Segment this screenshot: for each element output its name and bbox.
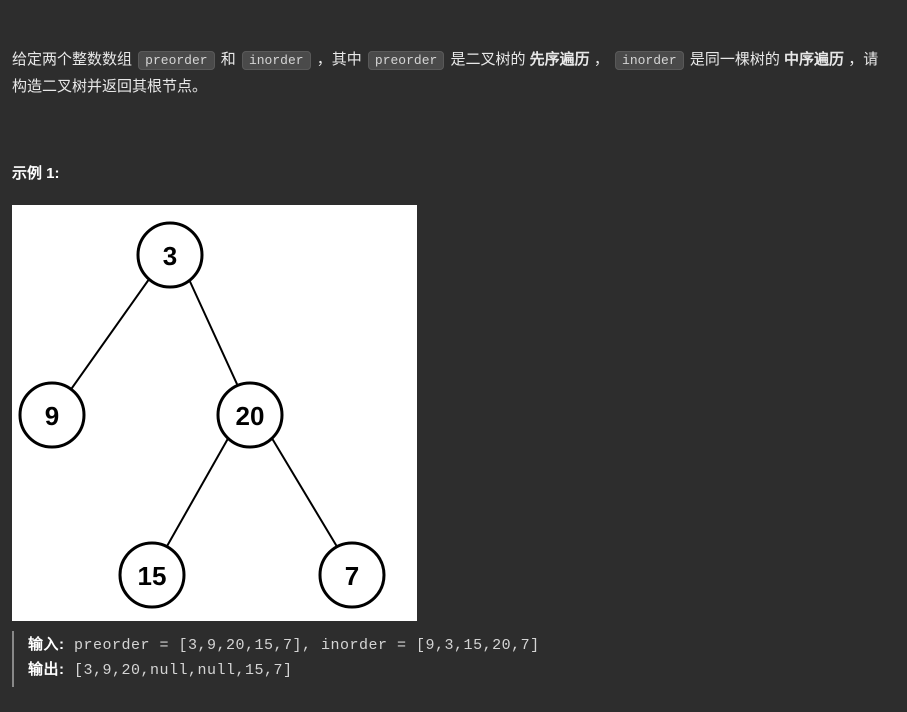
- tree-edge: [162, 435, 230, 555]
- input-line: 输入: preorder = [3,9,20,15,7], inorder = …: [28, 633, 889, 658]
- input-value: preorder = [3,9,20,15,7], inorder = [9,3…: [65, 637, 540, 654]
- tree-node-value: 20: [236, 401, 265, 431]
- code-inorder: inorder: [242, 51, 311, 70]
- tree-diagram: 3 9 20 15 7: [12, 205, 417, 621]
- output-line: 输出: [3,9,20,null,null,15,7]: [28, 658, 889, 683]
- problem-description: 给定两个整数数组 preorder 和 inorder ，其中 preorder…: [12, 46, 889, 100]
- code-preorder: preorder: [138, 51, 214, 70]
- desc-text: 是二叉树的: [450, 51, 525, 68]
- tree-edge: [187, 275, 242, 395]
- tree-edge: [270, 435, 342, 555]
- desc-text: ，其中: [317, 51, 366, 68]
- desc-text: ，: [594, 51, 613, 68]
- input-label: 输入:: [28, 636, 65, 653]
- bold-preorder-traversal: 先序遍历: [530, 51, 590, 68]
- tree-node-value: 3: [163, 241, 177, 271]
- example-title: 示例 1:: [12, 160, 889, 187]
- tree-svg: 3 9 20 15 7: [12, 205, 417, 621]
- tree-node-value: 15: [138, 561, 167, 591]
- bold-inorder-traversal: 中序遍历: [784, 51, 844, 68]
- problem-content: 给定两个整数数组 preorder 和 inorder ，其中 preorder…: [0, 18, 907, 687]
- code-inorder: inorder: [615, 51, 684, 70]
- tree-edge: [67, 275, 152, 395]
- code-preorder: preorder: [368, 51, 444, 70]
- desc-text: 和: [221, 51, 240, 68]
- desc-text: 是同一棵树的: [690, 51, 780, 68]
- header-fragment: [0, 0, 907, 18]
- example-io: 输入: preorder = [3,9,20,15,7], inorder = …: [12, 631, 889, 687]
- output-label: 输出:: [28, 661, 65, 678]
- tree-node-value: 7: [345, 561, 359, 591]
- output-value: [3,9,20,null,null,15,7]: [65, 662, 293, 679]
- tree-node-value: 9: [45, 401, 59, 431]
- desc-text: 给定两个整数数组: [12, 51, 136, 68]
